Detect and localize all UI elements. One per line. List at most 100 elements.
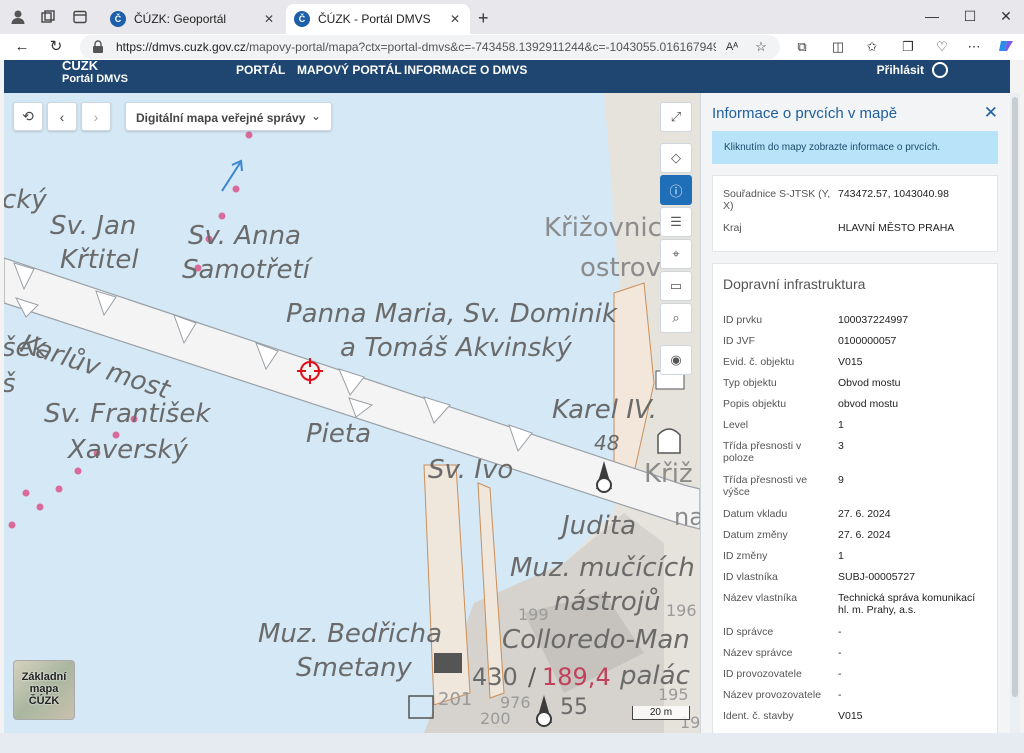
map-label: Křiž	[644, 459, 693, 489]
menu-portal[interactable]: PORTÁL	[236, 63, 285, 77]
app-header: ČÚZK Portál DMVS PORTÁL MAPOVÝ PORTÁL IN…	[4, 58, 1010, 93]
tab-bar: Č ČÚZK: Geoportál ✕ Č ČÚZK - Portál DMVS…	[0, 0, 1024, 34]
attr-value: V015	[838, 356, 863, 368]
extensions-icon[interactable]: ⧉	[792, 38, 812, 56]
close-tab-icon[interactable]: ✕	[448, 12, 462, 26]
layers-icon[interactable]: ◇	[660, 143, 692, 173]
tab-portal-dmvs[interactable]: Č ČÚZK - Portál DMVS ✕	[286, 4, 470, 34]
menu-mapovy-portal[interactable]: MAPOVÝ PORTÁL	[297, 63, 402, 77]
my-location-icon[interactable]: ◉	[660, 345, 692, 375]
favorites-icon[interactable]: ✩	[862, 38, 882, 56]
attr-label: Třída přesnosti ve výšce	[723, 474, 808, 498]
attr-label: Datum změny	[723, 529, 788, 541]
scrollbar-thumb[interactable]	[1012, 97, 1018, 697]
attr-label: ID JVF	[723, 335, 756, 347]
attr-value: Technická správa komunikací hl. m. Prahy…	[838, 592, 976, 616]
user-icon[interactable]	[932, 62, 948, 78]
attr-value: -	[838, 668, 842, 680]
attr-label: Kraj	[723, 222, 742, 234]
scale-bar: 20 m	[632, 706, 690, 720]
url-text: https://dmvs.cuzk.gov.cz/mapovy-portal/m…	[116, 40, 716, 54]
browser-essentials-icon[interactable]: ♡	[932, 38, 952, 56]
map-label: Samotřetí	[182, 255, 310, 285]
url-field[interactable]: https://dmvs.cuzk.gov.cz/mapovy-portal/m…	[80, 35, 780, 59]
map-canvas[interactable]: cký Sv. Jan Křtitel Sv. Anna Samotřetí K…	[4, 93, 700, 733]
cuzk-logo[interactable]: ČÚZK Portál DMVS	[62, 58, 128, 86]
legend-icon[interactable]: ☰	[660, 207, 692, 237]
flow-arrow	[221, 159, 243, 192]
attr-label: ID změny	[723, 550, 768, 562]
info-icon[interactable]: ⓘ	[660, 175, 692, 205]
collections-icon[interactable]: ❐	[898, 38, 918, 56]
history-icon[interactable]: ⟲	[13, 102, 43, 131]
measure-icon[interactable]: ▭	[660, 271, 692, 301]
attr-value: 0100000057	[838, 335, 897, 347]
attr-value: 743472.57, 1043040.98	[838, 188, 949, 200]
map-forward-icon[interactable]: ›	[81, 102, 111, 131]
lock-icon	[93, 40, 103, 53]
copilot-icon[interactable]	[996, 38, 1016, 56]
read-aloud-icon[interactable]: Aᴬ	[722, 38, 742, 56]
basemap-select-label: Digitální mapa veřejné správy	[136, 111, 306, 125]
cuzk-favicon-icon: Č	[110, 11, 126, 27]
map-label: Karel IV.	[552, 395, 657, 425]
map-label: Muz. mučících	[510, 553, 695, 583]
menu-informace[interactable]: INFORMACE O DMVS	[404, 63, 527, 77]
map-label: nástrojů	[554, 587, 661, 617]
map-label: Sv. Jan	[50, 211, 137, 241]
back-icon[interactable]: ←	[12, 38, 32, 56]
map-label: Colloredo-Man	[502, 625, 690, 655]
attr-value: obvod mostu	[838, 398, 899, 410]
tab-actions-icon[interactable]	[72, 9, 88, 25]
map-label: Muz. Bedřicha	[258, 619, 443, 649]
favorite-star-icon[interactable]: ☆	[751, 38, 771, 56]
chapel-icon	[657, 428, 681, 454]
map-label: Panna Maria, Sv. Dominik	[286, 299, 618, 329]
attr-value: 3	[838, 440, 844, 452]
minimize-icon[interactable]: —	[922, 8, 942, 24]
refresh-icon[interactable]: ↻	[46, 38, 66, 56]
basemap-toggle-button[interactable]: Základní mapa ČÚZK	[13, 660, 75, 720]
split-screen-icon[interactable]: ◫	[828, 38, 848, 56]
workspaces-icon[interactable]	[40, 9, 56, 25]
map-label: 200	[480, 709, 511, 728]
map-label: š	[4, 369, 16, 399]
login-link[interactable]: Přihlásit	[877, 63, 924, 77]
maximize-icon[interactable]: ☐	[960, 8, 980, 25]
info-panel: Informace o prvcích v mapě ✕ Kliknutím d…	[700, 93, 1010, 733]
basemap-button-line2: mapa	[29, 683, 59, 695]
fullscreen-icon[interactable]: ⤢	[660, 102, 692, 132]
attr-label: ID vlastníka	[723, 571, 778, 583]
page-scrollbar[interactable]	[1010, 93, 1020, 733]
profile-icon[interactable]	[10, 9, 26, 25]
map-label: Smetany	[296, 653, 412, 683]
browser-window: Č ČÚZK: Geoportál ✕ Č ČÚZK - Portál DMVS…	[0, 0, 1024, 753]
map-label: Sv. Ivo	[428, 455, 514, 485]
map-label: 201	[438, 689, 473, 710]
logo-line1: ČÚZK	[62, 58, 99, 73]
attr-label: Popis objektu	[723, 398, 787, 410]
search-icon[interactable]: ⌕	[660, 303, 692, 333]
close-panel-icon[interactable]: ✕	[984, 103, 998, 123]
attr-label: Level	[723, 419, 749, 431]
attr-label: Souřadnice S-JTSK (Y, X)	[723, 188, 831, 212]
close-tab-icon[interactable]: ✕	[262, 12, 276, 26]
attr-value: -	[838, 689, 842, 701]
map-label: Křtitel	[60, 245, 139, 275]
attr-label: Název vlastníka	[723, 592, 798, 604]
attr-label: Typ objektu	[723, 377, 777, 389]
new-tab-button[interactable]: +	[478, 8, 489, 29]
basemap-select[interactable]: Digitální mapa veřejné správy ⌄	[125, 102, 332, 131]
map-back-icon[interactable]: ‹	[47, 102, 77, 131]
close-window-icon[interactable]: ✕	[996, 8, 1016, 25]
attr-value: Obvod mostu	[838, 377, 901, 389]
attributes-card: Dopravní infrastruktura ID prvku 10003722…	[712, 263, 998, 733]
more-menu-icon[interactable]: ⋯	[964, 38, 984, 56]
attr-label: ID prvku	[723, 314, 763, 326]
attr-value: 27. 6. 2024	[838, 508, 891, 520]
attr-label: ID provozovatele	[723, 668, 802, 680]
map-label: cký	[4, 185, 47, 215]
tab-geoportal[interactable]: Č ČÚZK: Geoportál ✕	[102, 4, 284, 34]
location-pin-icon[interactable]: ⌖	[660, 239, 692, 269]
attr-value: V015	[838, 710, 863, 722]
